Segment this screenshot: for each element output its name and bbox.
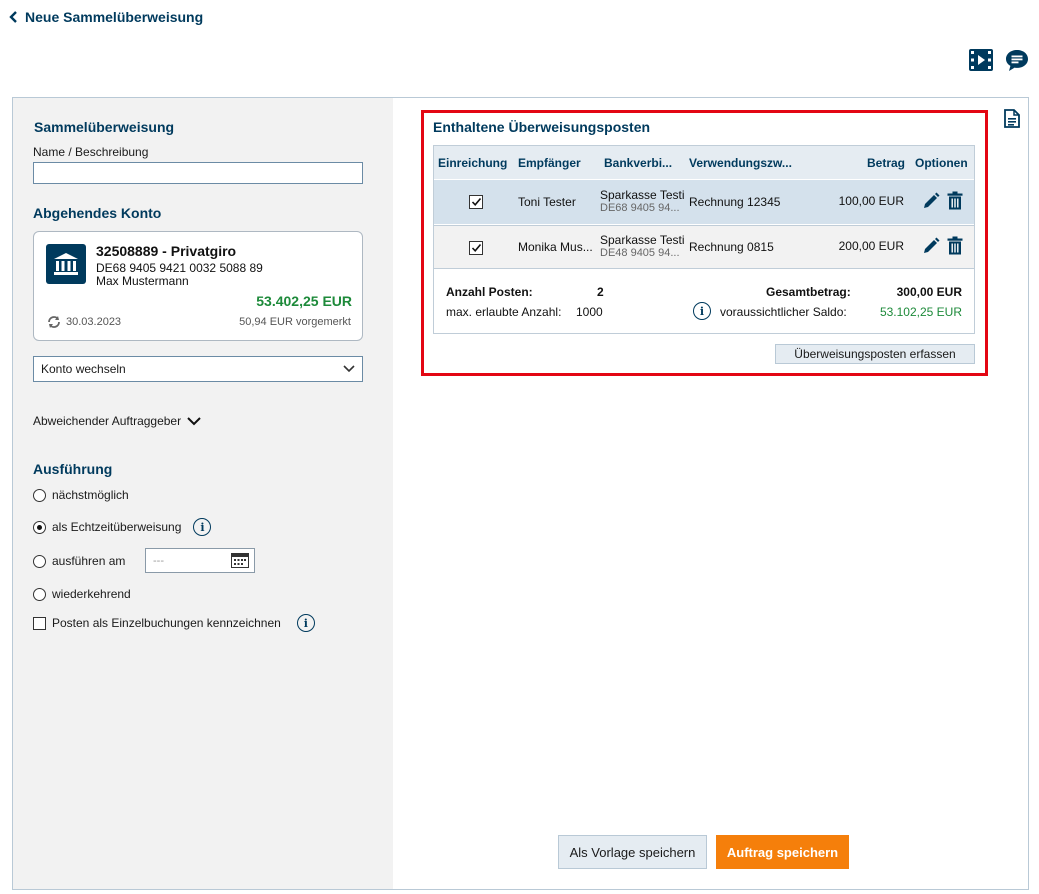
konto-select[interactable]: Konto wechseln (33, 356, 363, 382)
option-naechst-label: nächstmöglich (52, 488, 129, 502)
chevron-left-icon[interactable] (8, 11, 18, 23)
abweichend-toggle[interactable]: Abweichender Auftraggeber (33, 414, 201, 428)
table-row[interactable]: Monika Mus... Sparkasse Testi DE48 9405 … (434, 225, 974, 269)
page-title: Neue Sammelüberweisung (25, 9, 204, 25)
posten-table: Einreichung Empfänger Bankverbi... Verwe… (433, 145, 975, 334)
col-verwendungszweck[interactable]: Verwendungszw... (689, 156, 792, 170)
account-balance: 53.402,25 EUR (256, 293, 352, 309)
anzahl-label: Anzahl Posten: (446, 285, 533, 299)
konto-select-value: Konto wechseln (41, 362, 126, 376)
row-iban: DE68 9405 94... (600, 202, 680, 214)
chat-icon[interactable] (1005, 49, 1029, 73)
name-input[interactable] (33, 162, 363, 184)
option-ausfuehren[interactable]: ausführen am (33, 554, 125, 568)
radio-echtzeit[interactable] (33, 520, 46, 534)
option-echtzeit-label: als Echtzeitüberweisung (52, 520, 182, 534)
add-posten-button[interactable]: Überweisungsposten erfassen (775, 344, 975, 364)
option-wiederkehrend-label: wiederkehrend (52, 587, 131, 601)
saldo-label: voraussichtlicher Saldo: (720, 305, 847, 319)
account-owner: Max Mustermann (96, 274, 189, 288)
name-label: Name / Beschreibung (33, 145, 149, 159)
row-iban: DE48 9405 94... (600, 247, 680, 259)
col-bankverbindung[interactable]: Bankverbi... (604, 156, 672, 170)
row-checkbox[interactable] (469, 195, 483, 209)
date-input[interactable]: --- (145, 548, 255, 573)
table-row[interactable]: Toni Tester Sparkasse Testi DE68 9405 94… (434, 180, 974, 224)
video-icon[interactable] (969, 49, 993, 71)
save-order-button[interactable]: Auftrag speichern (716, 835, 849, 869)
row-empfaenger: Monika Mus... (518, 240, 593, 254)
row-checkbox[interactable] (469, 241, 483, 255)
konto-section-title: Abgehendes Konto (33, 205, 162, 221)
account-name: 32508889 - Privatgiro (96, 243, 237, 259)
info-icon[interactable]: i (296, 614, 315, 632)
radio-naechst[interactable] (33, 488, 46, 502)
refresh-icon[interactable] (46, 315, 62, 329)
account-iban: DE68 9405 9421 0032 5088 89 (96, 261, 263, 275)
account-reserved: 50,94 EUR vorgemerkt (239, 316, 351, 328)
account-date-group: 30.03.2023 (46, 315, 121, 329)
info-icon[interactable]: i (193, 518, 212, 536)
option-ausfuehren-label: ausführen am (52, 554, 126, 568)
posten-title: Enthaltene Überweisungsposten (433, 119, 651, 135)
delete-icon[interactable] (947, 236, 963, 255)
row-zweck: Rechnung 0815 (689, 240, 774, 254)
chevron-down-icon (343, 365, 355, 373)
top-icon-bar (969, 49, 1029, 73)
option-naechst[interactable]: nächstmöglich (33, 488, 129, 502)
max-label: max. erlaubte Anzahl: (446, 305, 562, 319)
radio-ausfuehren[interactable] (33, 554, 46, 568)
sammel-section-title: Sammelüberweisung (34, 119, 175, 135)
delete-icon[interactable] (947, 191, 963, 210)
calendar-icon[interactable] (231, 553, 249, 568)
account-card[interactable]: 32508889 - Privatgiro DE68 9405 9421 003… (33, 231, 363, 341)
radio-wiederkehrend[interactable] (33, 587, 46, 601)
save-template-button[interactable]: Als Vorlage speichern (558, 835, 707, 869)
col-einreichung[interactable]: Einreichung (438, 156, 507, 170)
right-strip (996, 98, 1028, 889)
row-betrag: 100,00 EUR (838, 194, 904, 208)
option-wiederkehrend[interactable]: wiederkehrend (33, 587, 131, 601)
option-einzel-label: Posten als Einzelbuchungen kennzeichnen (52, 616, 281, 630)
edit-icon[interactable] (922, 192, 940, 210)
row-zweck: Rechnung 12345 (689, 195, 781, 209)
page-header[interactable]: Neue Sammelüberweisung (8, 9, 203, 25)
col-betrag[interactable]: Betrag (867, 156, 905, 170)
col-optionen: Optionen (915, 156, 968, 170)
date-placeholder: --- (153, 555, 164, 567)
option-echtzeit[interactable]: als Echtzeitüberweisung i (33, 518, 212, 536)
checkbox-einzel[interactable] (33, 616, 46, 630)
ausfuehrung-section-title: Ausführung (33, 461, 113, 477)
row-empfaenger: Toni Tester (518, 195, 576, 209)
edit-icon[interactable] (922, 237, 940, 255)
gesamt-value: 300,00 EUR (896, 285, 962, 299)
info-icon[interactable]: i (693, 302, 711, 320)
row-bank: Sparkasse Testi (600, 233, 685, 247)
abweichend-label: Abweichender Auftraggeber (33, 414, 182, 428)
chevron-down-icon (187, 417, 201, 426)
row-betrag: 200,00 EUR (838, 239, 904, 253)
col-empfaenger[interactable]: Empfänger (518, 156, 581, 170)
row-bank: Sparkasse Testi (600, 188, 685, 202)
option-einzel[interactable]: Posten als Einzelbuchungen kennzeichnen … (33, 614, 315, 632)
bank-icon (46, 244, 86, 284)
document-icon[interactable] (1004, 109, 1020, 128)
anzahl-value: 2 (597, 285, 604, 299)
account-date: 30.03.2023 (66, 316, 122, 328)
max-value: 1000 (576, 305, 603, 319)
saldo-value: 53.102,25 EUR (879, 305, 962, 319)
gesamt-label: Gesamtbetrag: (766, 285, 851, 299)
table-header: Einreichung Empfänger Bankverbi... Verwe… (434, 146, 974, 179)
